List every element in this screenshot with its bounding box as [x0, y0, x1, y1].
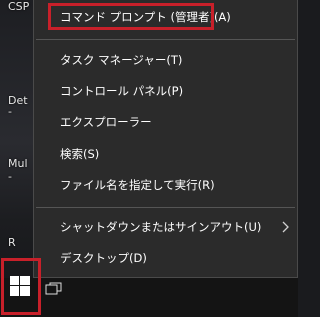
desktop-icon-label[interactable]: Mul — [8, 157, 28, 170]
start-button[interactable] — [0, 258, 41, 315]
menu-item-task-manager[interactable]: タスク マネージャー(T) — [34, 45, 297, 75]
windows-logo-icon — [10, 276, 30, 296]
menu-item-run[interactable]: ファイル名を指定して実行(R) — [34, 170, 297, 200]
menu-item-control-panel[interactable]: コントロール パネル(P) — [34, 76, 297, 106]
menu-item-label: 検索(S) — [60, 147, 100, 161]
task-view-icon[interactable] — [45, 282, 63, 296]
menu-item-label: シャットダウンまたはサインアウト(U) — [60, 220, 262, 234]
menu-item-shutdown-signout[interactable]: シャットダウンまたはサインアウト(U) — [34, 212, 297, 242]
winx-context-menu: コマンド プロンプト (管理者)(A) タスク マネージャー(T) コントロール… — [33, 0, 298, 278]
desktop-icon-label: - — [8, 170, 12, 183]
menu-separator — [36, 207, 295, 208]
desktop-icon-label: - — [8, 105, 12, 118]
menu-item-label: ファイル名を指定して実行(R) — [60, 178, 215, 192]
desktop-icon-label[interactable]: CSP — [8, 0, 29, 13]
menu-item-label: タスク マネージャー(T) — [60, 53, 183, 67]
desktop-icon-label[interactable]: R — [8, 236, 16, 249]
menu-item-label: デスクトップ(D) — [60, 251, 147, 265]
taskbar — [0, 278, 298, 317]
menu-item-desktop[interactable]: デスクトップ(D) — [34, 243, 297, 273]
menu-item-search[interactable]: 検索(S) — [34, 139, 297, 169]
menu-item-command-prompt-admin[interactable]: コマンド プロンプト (管理者)(A) — [34, 2, 297, 32]
menu-item-label: コントロール パネル(P) — [60, 84, 184, 98]
chevron-right-icon — [282, 221, 289, 233]
menu-item-explorer[interactable]: エクスプローラー — [34, 107, 297, 137]
menu-item-label: コマンド プロンプト (管理者)(A) — [60, 10, 231, 24]
menu-separator — [36, 39, 295, 40]
menu-item-label: エクスプローラー — [60, 115, 152, 129]
